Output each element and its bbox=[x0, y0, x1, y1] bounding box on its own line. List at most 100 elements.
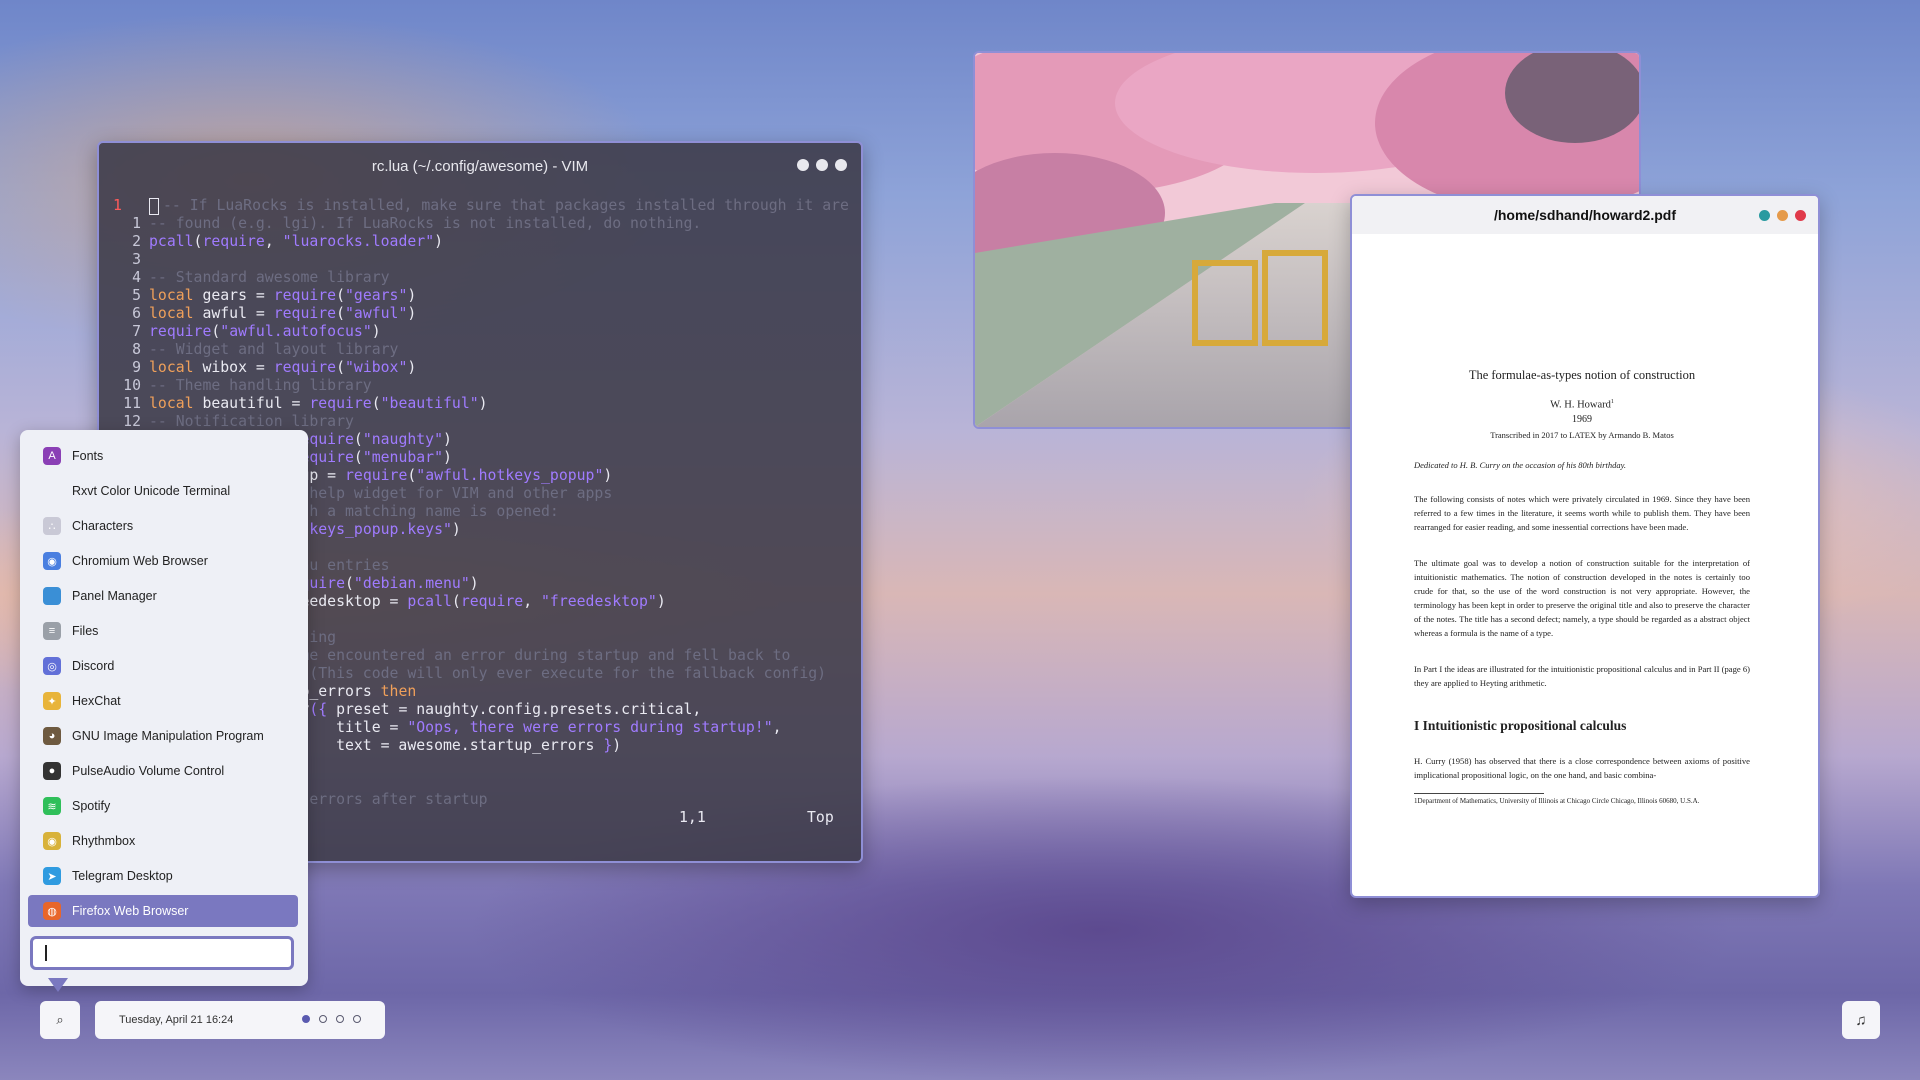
pdf-title: /home/sdhand/howard2.pdf bbox=[1493, 207, 1676, 223]
pdf-viewer-window[interactable]: /home/sdhand/howard2.pdf The formulae-as… bbox=[1350, 194, 1820, 898]
code-line[interactable]: 11 local beautiful = require("beautiful") bbox=[99, 395, 861, 413]
code-text: local beautiful = require("beautiful") bbox=[149, 395, 488, 412]
code-text: -- Widget and layout library bbox=[149, 341, 399, 358]
window-controls[interactable] bbox=[1759, 210, 1806, 221]
firefox-icon: ◍ bbox=[43, 902, 61, 920]
line-number: 1 bbox=[113, 197, 122, 214]
search-icon: ⌕ bbox=[56, 1012, 64, 1027]
code-line[interactable]: 4 -- Standard awesome library bbox=[99, 269, 861, 287]
launcher-item[interactable]: ➤ Telegram Desktop bbox=[28, 860, 298, 892]
maximize-dot-icon[interactable] bbox=[1777, 210, 1788, 221]
minimize-dot-icon[interactable] bbox=[1759, 210, 1770, 221]
doc-author: W. H. Howard1 bbox=[1550, 399, 1614, 411]
datetime-label: Tuesday, April 21 16:24 bbox=[119, 1014, 234, 1026]
code-line[interactable]: 8 -- Widget and layout library bbox=[99, 341, 861, 359]
code-text: local wibox = require("wibox") bbox=[149, 359, 417, 376]
vim-title: rc.lua (~/.config/awesome) - VIM bbox=[371, 157, 589, 175]
doc-year: 1969 bbox=[1572, 414, 1592, 425]
doc-footnote: 1Department of Mathematics, University o… bbox=[1414, 790, 1750, 806]
line-number: 5 bbox=[132, 287, 141, 304]
workspace-dot[interactable] bbox=[336, 1015, 344, 1023]
window-dot-icon[interactable] bbox=[797, 159, 809, 171]
window-dot-icon[interactable] bbox=[816, 159, 828, 171]
launcher-item-label: HexChat bbox=[72, 694, 121, 708]
launcher-item[interactable]: ≡ Files bbox=[28, 615, 298, 647]
code-line[interactable]: 3 bbox=[99, 251, 861, 269]
vim-titlebar[interactable]: rc.lua (~/.config/awesome) - VIM bbox=[99, 143, 861, 189]
launcher-item[interactable]: ✦ HexChat bbox=[28, 685, 298, 717]
launcher-button[interactable]: ⌕ bbox=[40, 1001, 80, 1039]
code-line[interactable]: 1 -- found (e.g. lgi). If LuaRocks is not… bbox=[99, 215, 861, 233]
line-number: 1 bbox=[132, 215, 141, 232]
doc-transcribed: Transcribed in 2017 to LATEX by Armando … bbox=[1490, 430, 1674, 440]
spotify-icon: ≋ bbox=[43, 797, 61, 815]
launcher-item[interactable]: ◍ Firefox Web Browser bbox=[28, 895, 298, 927]
doc-paragraph: In Part I the ideas are illustrated for … bbox=[1414, 664, 1750, 688]
code-text: -- If LuaRocks is installed, make sure t… bbox=[149, 197, 849, 215]
line-number: 2 bbox=[132, 233, 141, 250]
telegram-icon: ➤ bbox=[43, 867, 61, 885]
launcher-item[interactable]: ◉ Chromium Web Browser bbox=[28, 545, 298, 577]
line-number: 12 bbox=[123, 413, 141, 430]
launcher-item-label: Spotify bbox=[72, 799, 111, 813]
launcher-item-label: Panel Manager bbox=[72, 589, 157, 603]
footnote-rule bbox=[1414, 793, 1544, 794]
launcher-item[interactable]: ◕ GNU Image Manipulation Program bbox=[28, 720, 298, 752]
workspace-dot[interactable] bbox=[353, 1015, 361, 1023]
close-dot-icon[interactable] bbox=[1795, 210, 1806, 221]
launcher-item[interactable]: ≋ Spotify bbox=[28, 790, 298, 822]
code-line[interactable]: 5 local gears = require("gears") bbox=[99, 287, 861, 305]
launcher-item-label: Files bbox=[72, 624, 99, 638]
line-number: 4 bbox=[132, 269, 141, 286]
launcher-item-label: Firefox Web Browser bbox=[72, 904, 189, 918]
code-line[interactable]: 10 -- Theme handling library bbox=[99, 377, 861, 395]
launcher-pointer bbox=[48, 978, 68, 992]
code-text: -- found (e.g. lgi). If LuaRocks is not … bbox=[149, 215, 702, 232]
line-number: 6 bbox=[132, 305, 141, 322]
code-line[interactable]: 2 pcall(require, "luarocks.loader") bbox=[99, 233, 861, 251]
files-icon: ≡ bbox=[43, 622, 61, 640]
launcher-item[interactable]: Panel Manager bbox=[28, 580, 298, 612]
code-line[interactable]: 1 -- If LuaRocks is installed, make sure … bbox=[99, 197, 861, 215]
launcher-item-label: Characters bbox=[72, 519, 134, 533]
code-line[interactable]: 7 require("awful.autofocus") bbox=[99, 323, 861, 341]
code-line[interactable]: 9 local wibox = require("wibox") bbox=[99, 359, 861, 377]
code-text: -- Theme handling library bbox=[149, 377, 372, 394]
pdf-titlebar[interactable]: /home/sdhand/howard2.pdf bbox=[1352, 196, 1818, 234]
launcher-item-label: Discord bbox=[72, 659, 115, 673]
window-controls[interactable] bbox=[797, 159, 847, 171]
music-button[interactable]: ♫ bbox=[1842, 1001, 1880, 1039]
launcher-item-label: PulseAudio Volume Control bbox=[72, 764, 225, 778]
app-launcher[interactable]: A Fonts Rxvt Color Unicode Terminal ∴ Charac… bbox=[20, 430, 308, 992]
workspace-dot[interactable] bbox=[302, 1015, 310, 1023]
launcher-item[interactable]: Rxvt Color Unicode Terminal bbox=[28, 475, 298, 507]
launcher-item[interactable]: A Fonts bbox=[28, 440, 298, 472]
chromium-icon: ◉ bbox=[43, 552, 61, 570]
line-number: 8 bbox=[132, 341, 141, 358]
workspace-dot[interactable] bbox=[319, 1015, 327, 1023]
launcher-item[interactable]: ◉ Rhythmbox bbox=[28, 825, 298, 857]
launcher-item[interactable]: ● PulseAudio Volume Control bbox=[28, 755, 298, 787]
scroll-position: Top bbox=[807, 809, 834, 826]
code-line[interactable]: 12 -- Notification library bbox=[99, 413, 861, 431]
text-caret bbox=[45, 945, 47, 961]
workspace-indicator[interactable] bbox=[302, 1015, 361, 1023]
code-text: require("awful.autofocus") bbox=[149, 323, 381, 340]
launcher-item-label: Rxvt Color Unicode Terminal bbox=[72, 484, 231, 498]
pulseaudio-icon: ● bbox=[43, 762, 61, 780]
music-note-icon: ♫ bbox=[1855, 1011, 1867, 1029]
launcher-item[interactable]: ∴ Characters bbox=[28, 510, 298, 542]
line-number: 3 bbox=[132, 251, 141, 268]
launcher-search-input[interactable] bbox=[30, 936, 294, 970]
code-text: local awful = require("awful") bbox=[149, 305, 417, 322]
fonts-icon: A bbox=[43, 447, 61, 465]
code-line[interactable]: 6 local awful = require("awful") bbox=[99, 305, 861, 323]
code-text: -- Notification library bbox=[149, 413, 354, 430]
window-dot-icon[interactable] bbox=[835, 159, 847, 171]
line-number: 11 bbox=[123, 395, 141, 412]
gimp-icon: ◕ bbox=[43, 727, 61, 745]
rhythmbox-icon: ◉ bbox=[43, 832, 61, 850]
clock-widget[interactable]: Tuesday, April 21 16:24 bbox=[95, 1001, 385, 1039]
doc-title: The formulae-as-types notion of construc… bbox=[1468, 368, 1696, 382]
launcher-item[interactable]: ◎ Discord bbox=[28, 650, 298, 682]
